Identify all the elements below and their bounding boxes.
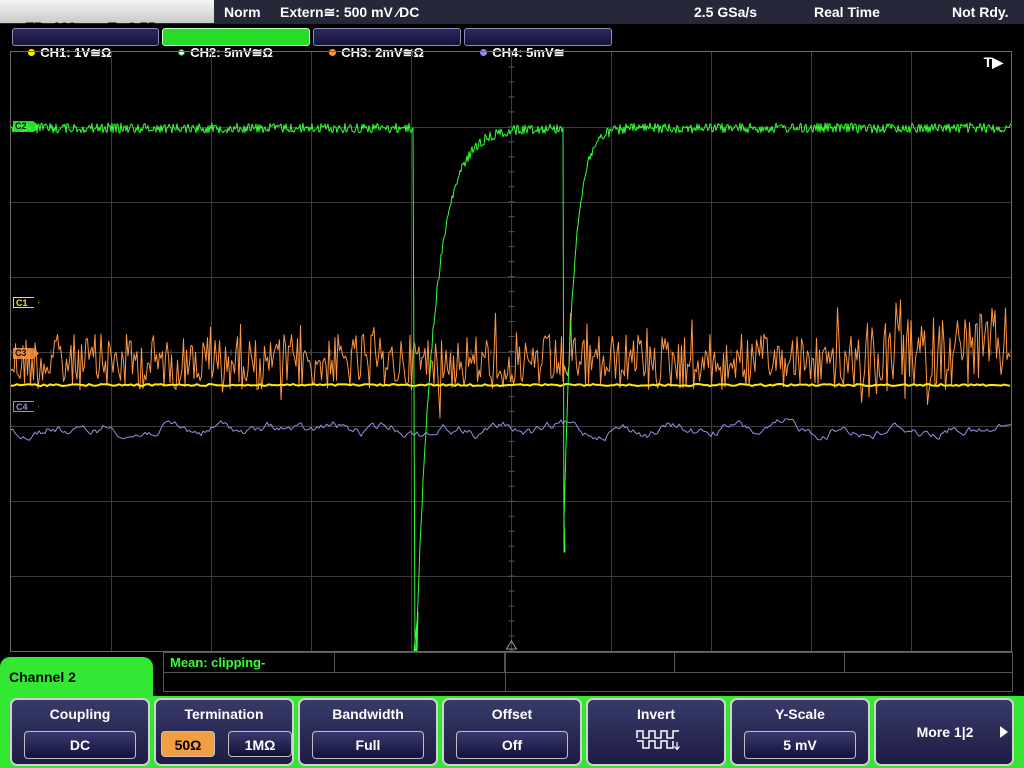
more-softkey[interactable]: More 1|2 xyxy=(874,698,1014,766)
measurement-bar: Mean: clipping- xyxy=(163,652,1013,692)
measurement-divider xyxy=(164,672,1012,673)
ch3-trace xyxy=(11,299,1011,419)
tab-ch1[interactable]: CH1: 1V≅Ω xyxy=(12,28,159,60)
measurement-center-line xyxy=(505,653,506,691)
right-arrow-icon xyxy=(1000,726,1008,738)
y-scale-title: Y-Scale xyxy=(775,706,825,722)
offset-value[interactable]: Off xyxy=(456,731,568,759)
trigger-source[interactable]: Extern≅: 500 mV ⁄DC xyxy=(280,4,419,21)
menu-title-text: Channel 2 xyxy=(9,669,76,685)
coupling-value[interactable]: DC xyxy=(24,731,136,759)
offset-softkey[interactable]: Offset Off xyxy=(442,698,582,766)
ch1-trace xyxy=(11,383,1011,387)
ch3-marker-label: C3 xyxy=(15,348,27,358)
termination-1mohm-option[interactable]: 1MΩ xyxy=(228,731,292,757)
bandwidth-softkey[interactable]: Bandwidth Full xyxy=(298,698,438,766)
tab-ch4[interactable]: CH4: 5mV≅ xyxy=(464,28,612,60)
termination-title: Termination xyxy=(184,706,264,722)
trigger-status: Not Rdy. xyxy=(952,4,1009,20)
y-scale-softkey[interactable]: Y-Scale 5 mV xyxy=(730,698,870,766)
ch4-trace xyxy=(11,418,1011,442)
y-scale-value[interactable]: 5 mV xyxy=(744,731,856,759)
more-label: More 1|2 xyxy=(916,724,974,740)
ch1-marker-label: C1 xyxy=(16,298,28,308)
trigger-mode[interactable]: Norm xyxy=(224,4,261,20)
trigger-position-flag[interactable]: T▶ xyxy=(984,54,1003,71)
termination-softkey[interactable]: Termination 50Ω 1MΩ xyxy=(154,698,294,766)
tab-ch3[interactable]: CH3: 2mV≅Ω xyxy=(313,28,461,60)
measurement-cell-4[interactable] xyxy=(674,653,845,672)
sample-rate: 2.5 GSa/s xyxy=(694,4,758,20)
acquisition-mode[interactable]: Real Time xyxy=(814,4,880,20)
ch4-marker-label: C4 xyxy=(16,402,28,412)
waveform-display[interactable]: T▶ C1 C2 C3 C4 xyxy=(10,51,1012,652)
measurement-readout: Mean: clipping- xyxy=(170,655,266,670)
ch2-marker-label: C2 xyxy=(15,121,27,131)
timebase-readout[interactable]: TB: 100 ns T: -9.75 µs xyxy=(0,0,214,35)
invert-waveform-icon xyxy=(636,730,680,751)
measurement-cell-2[interactable] xyxy=(334,653,505,672)
menu-title: Channel 2 xyxy=(0,657,153,699)
bandwidth-value[interactable]: Full xyxy=(312,731,424,759)
status-bar: TB: 100 ns T: -9.75 µs Norm Extern≅: 500… xyxy=(0,0,1024,35)
coupling-title: Coupling xyxy=(49,706,111,722)
bandwidth-title: Bandwidth xyxy=(332,706,404,722)
termination-50ohm-option[interactable]: 50Ω xyxy=(161,731,215,757)
tab-ch2[interactable]: CH2: 5mV≅Ω xyxy=(162,28,310,60)
offset-title: Offset xyxy=(491,706,533,722)
invert-softkey[interactable]: Invert xyxy=(586,698,726,766)
measurement-cell-3[interactable] xyxy=(504,653,675,672)
coupling-softkey[interactable]: Coupling DC xyxy=(10,698,150,766)
waveform-traces xyxy=(11,122,1011,651)
invert-title: Invert xyxy=(636,706,676,722)
